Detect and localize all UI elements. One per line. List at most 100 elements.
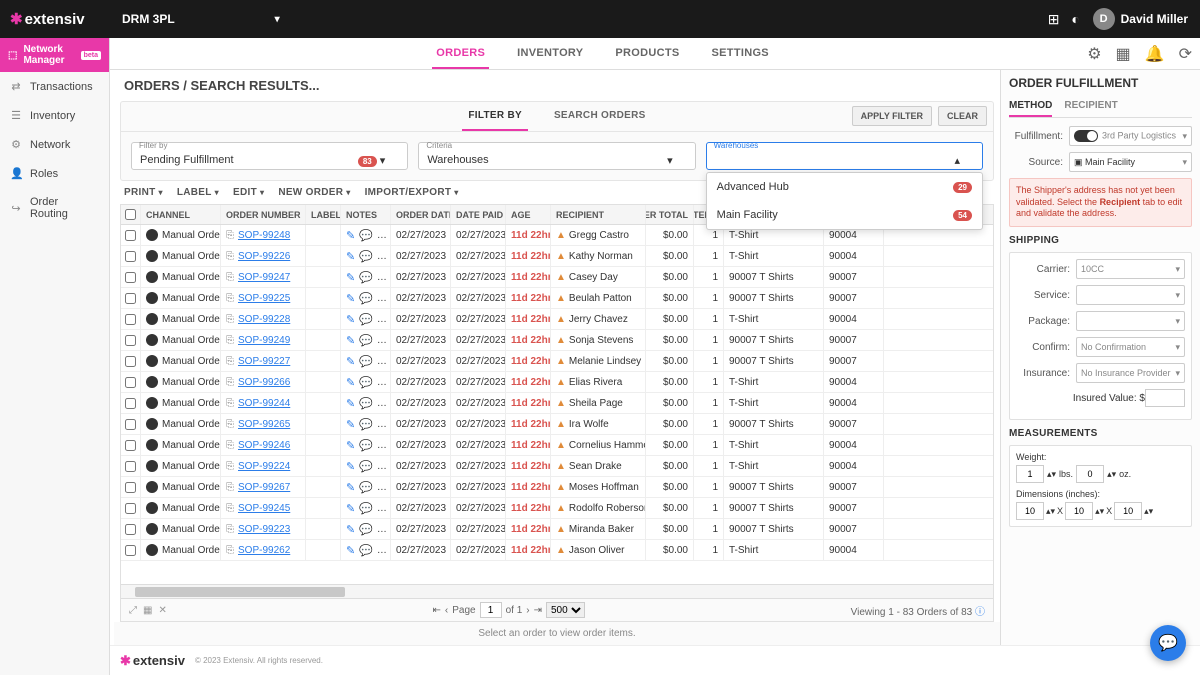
- confirm-select[interactable]: No Confirmation▾: [1076, 337, 1185, 357]
- table-row[interactable]: Manual Orders ⎘SOP-99224 ✎💬… 02/27/20230…: [121, 456, 993, 477]
- chat-note-icon[interactable]: 💬: [359, 544, 373, 557]
- column-header[interactable]: ORDER NUMBER: [221, 205, 306, 224]
- refresh-icon[interactable]: ⟳: [1179, 44, 1192, 64]
- apply-filter-button[interactable]: APPLY FILTER: [852, 106, 932, 126]
- table-row[interactable]: Manual Orders ⎘SOP-99267 ✎💬… 02/27/20230…: [121, 477, 993, 498]
- table-row[interactable]: Manual Orders ⎘SOP-99228 ✎💬… 02/27/20230…: [121, 309, 993, 330]
- tab-filter-by[interactable]: FILTER BY: [462, 102, 528, 131]
- copy-icon[interactable]: ⎘: [226, 251, 234, 262]
- chat-note-icon[interactable]: 💬: [359, 334, 373, 347]
- copy-icon[interactable]: ⎘: [226, 398, 234, 409]
- order-link[interactable]: SOP-99223: [238, 524, 290, 535]
- action-print[interactable]: PRINT ▾: [124, 187, 163, 198]
- dropdown-option[interactable]: Advanced Hub29: [707, 173, 982, 201]
- edit-note-icon[interactable]: ✎: [346, 439, 355, 452]
- row-checkbox[interactable]: [125, 482, 136, 493]
- expand-icon[interactable]: ⤢: [129, 605, 137, 616]
- table-row[interactable]: Manual Orders ⎘SOP-99227 ✎💬… 02/27/20230…: [121, 351, 993, 372]
- row-checkbox[interactable]: [125, 545, 136, 556]
- column-header[interactable]: RECIPIENT: [551, 205, 646, 224]
- row-checkbox[interactable]: [125, 293, 136, 304]
- criteria-field[interactable]: Criteria Warehouses▾: [418, 142, 695, 170]
- column-header[interactable]: CHANNEL: [141, 205, 221, 224]
- edit-note-icon[interactable]: ✎: [346, 523, 355, 536]
- row-checkbox[interactable]: [125, 335, 136, 346]
- chat-note-icon[interactable]: 💬: [359, 460, 373, 473]
- calendar-icon[interactable]: ▦: [1116, 44, 1131, 64]
- info-icon[interactable]: ⓘ: [975, 607, 985, 618]
- order-link[interactable]: SOP-99228: [238, 314, 290, 325]
- edit-note-icon[interactable]: ✎: [346, 229, 355, 242]
- edit-note-icon[interactable]: ✎: [346, 502, 355, 515]
- row-checkbox[interactable]: [125, 251, 136, 262]
- carrier-select[interactable]: 10CC▾: [1076, 259, 1185, 279]
- service-select[interactable]: ▾: [1076, 285, 1185, 305]
- order-link[interactable]: SOP-99246: [238, 440, 290, 451]
- table-row[interactable]: Manual Orders ⎘SOP-99266 ✎💬… 02/27/20230…: [121, 372, 993, 393]
- tab-products[interactable]: PRODUCTS: [611, 39, 683, 69]
- sidebar-item[interactable]: ⇄Transactions: [0, 72, 109, 101]
- insured-value-input[interactable]: [1145, 389, 1185, 407]
- horizontal-scrollbar[interactable]: [121, 584, 993, 598]
- package-select[interactable]: ▾: [1076, 311, 1185, 331]
- row-checkbox[interactable]: [125, 272, 136, 283]
- copy-icon[interactable]: ⎘: [226, 335, 234, 346]
- edit-note-icon[interactable]: ✎: [346, 481, 355, 494]
- first-page-icon[interactable]: ⇤: [432, 605, 440, 616]
- edit-note-icon[interactable]: ✎: [346, 544, 355, 557]
- chat-note-icon[interactable]: 💬: [359, 376, 373, 389]
- tab-method[interactable]: METHOD: [1009, 96, 1052, 117]
- action-new-order[interactable]: NEW ORDER ▾: [278, 187, 350, 198]
- order-link[interactable]: SOP-99266: [238, 377, 290, 388]
- edit-note-icon[interactable]: ✎: [346, 334, 355, 347]
- column-header[interactable]: AGE: [506, 205, 551, 224]
- sidebar-item[interactable]: ⚙Network: [0, 130, 109, 159]
- action-edit[interactable]: EDIT ▾: [233, 187, 264, 198]
- chat-note-icon[interactable]: 💬: [359, 250, 373, 263]
- row-checkbox[interactable]: [125, 377, 136, 388]
- weight-lbs-input[interactable]: [1016, 465, 1044, 483]
- copy-icon[interactable]: ⎘: [226, 524, 234, 535]
- copy-icon[interactable]: ⎘: [226, 545, 234, 556]
- chat-note-icon[interactable]: 💬: [359, 418, 373, 431]
- copy-icon[interactable]: ⎘: [226, 419, 234, 430]
- order-link[interactable]: SOP-99225: [238, 293, 290, 304]
- edit-note-icon[interactable]: ✎: [346, 376, 355, 389]
- order-link[interactable]: SOP-99227: [238, 356, 290, 367]
- help-icon[interactable]: ◐: [1065, 11, 1087, 27]
- clear-button[interactable]: CLEAR: [938, 106, 987, 126]
- edit-note-icon[interactable]: ✎: [346, 250, 355, 263]
- dim-w-input[interactable]: [1065, 502, 1093, 520]
- row-checkbox[interactable]: [125, 230, 136, 241]
- order-link[interactable]: SOP-99262: [238, 545, 290, 556]
- table-row[interactable]: Manual Orders ⎘SOP-99247 ✎💬… 02/27/20230…: [121, 267, 993, 288]
- chat-note-icon[interactable]: 💬: [359, 355, 373, 368]
- chat-note-icon[interactable]: 💬: [359, 292, 373, 305]
- username[interactable]: David Miller: [1121, 12, 1188, 26]
- sidebar-item[interactable]: ☰Inventory: [0, 101, 109, 130]
- tab-settings[interactable]: SETTINGS: [708, 39, 773, 69]
- chat-note-icon[interactable]: 💬: [359, 502, 373, 515]
- tab-recipient[interactable]: RECIPIENT: [1064, 96, 1117, 117]
- order-link[interactable]: SOP-99248: [238, 230, 290, 241]
- select-all-checkbox[interactable]: [125, 209, 136, 220]
- dim-h-input[interactable]: [1114, 502, 1142, 520]
- row-checkbox[interactable]: [125, 314, 136, 325]
- fulfillment-select[interactable]: 3rd Party Logistics▾: [1069, 126, 1192, 146]
- table-row[interactable]: Manual Orders ⎘SOP-99265 ✎💬… 02/27/20230…: [121, 414, 993, 435]
- column-header[interactable]: DATE PAID: [451, 205, 506, 224]
- table-row[interactable]: Manual Orders ⎘SOP-99223 ✎💬… 02/27/20230…: [121, 519, 993, 540]
- warehouses-field[interactable]: Warehouses ▴ Advanced Hub29 Main Facilit…: [706, 142, 983, 170]
- insurance-select[interactable]: No Insurance Provider▾: [1076, 363, 1185, 383]
- row-checkbox[interactable]: [125, 503, 136, 514]
- weight-oz-input[interactable]: [1076, 465, 1104, 483]
- chat-note-icon[interactable]: 💬: [359, 397, 373, 410]
- table-row[interactable]: Manual Orders ⎘SOP-99262 ✎💬… 02/27/20230…: [121, 540, 993, 561]
- close-icon[interactable]: ✕: [158, 605, 166, 616]
- column-header[interactable]: NOTES: [341, 205, 391, 224]
- column-header[interactable]: [121, 205, 141, 224]
- edit-note-icon[interactable]: ✎: [346, 313, 355, 326]
- copy-icon[interactable]: ⎘: [226, 503, 234, 514]
- chat-note-icon[interactable]: 💬: [359, 481, 373, 494]
- next-page-icon[interactable]: ›: [526, 605, 529, 616]
